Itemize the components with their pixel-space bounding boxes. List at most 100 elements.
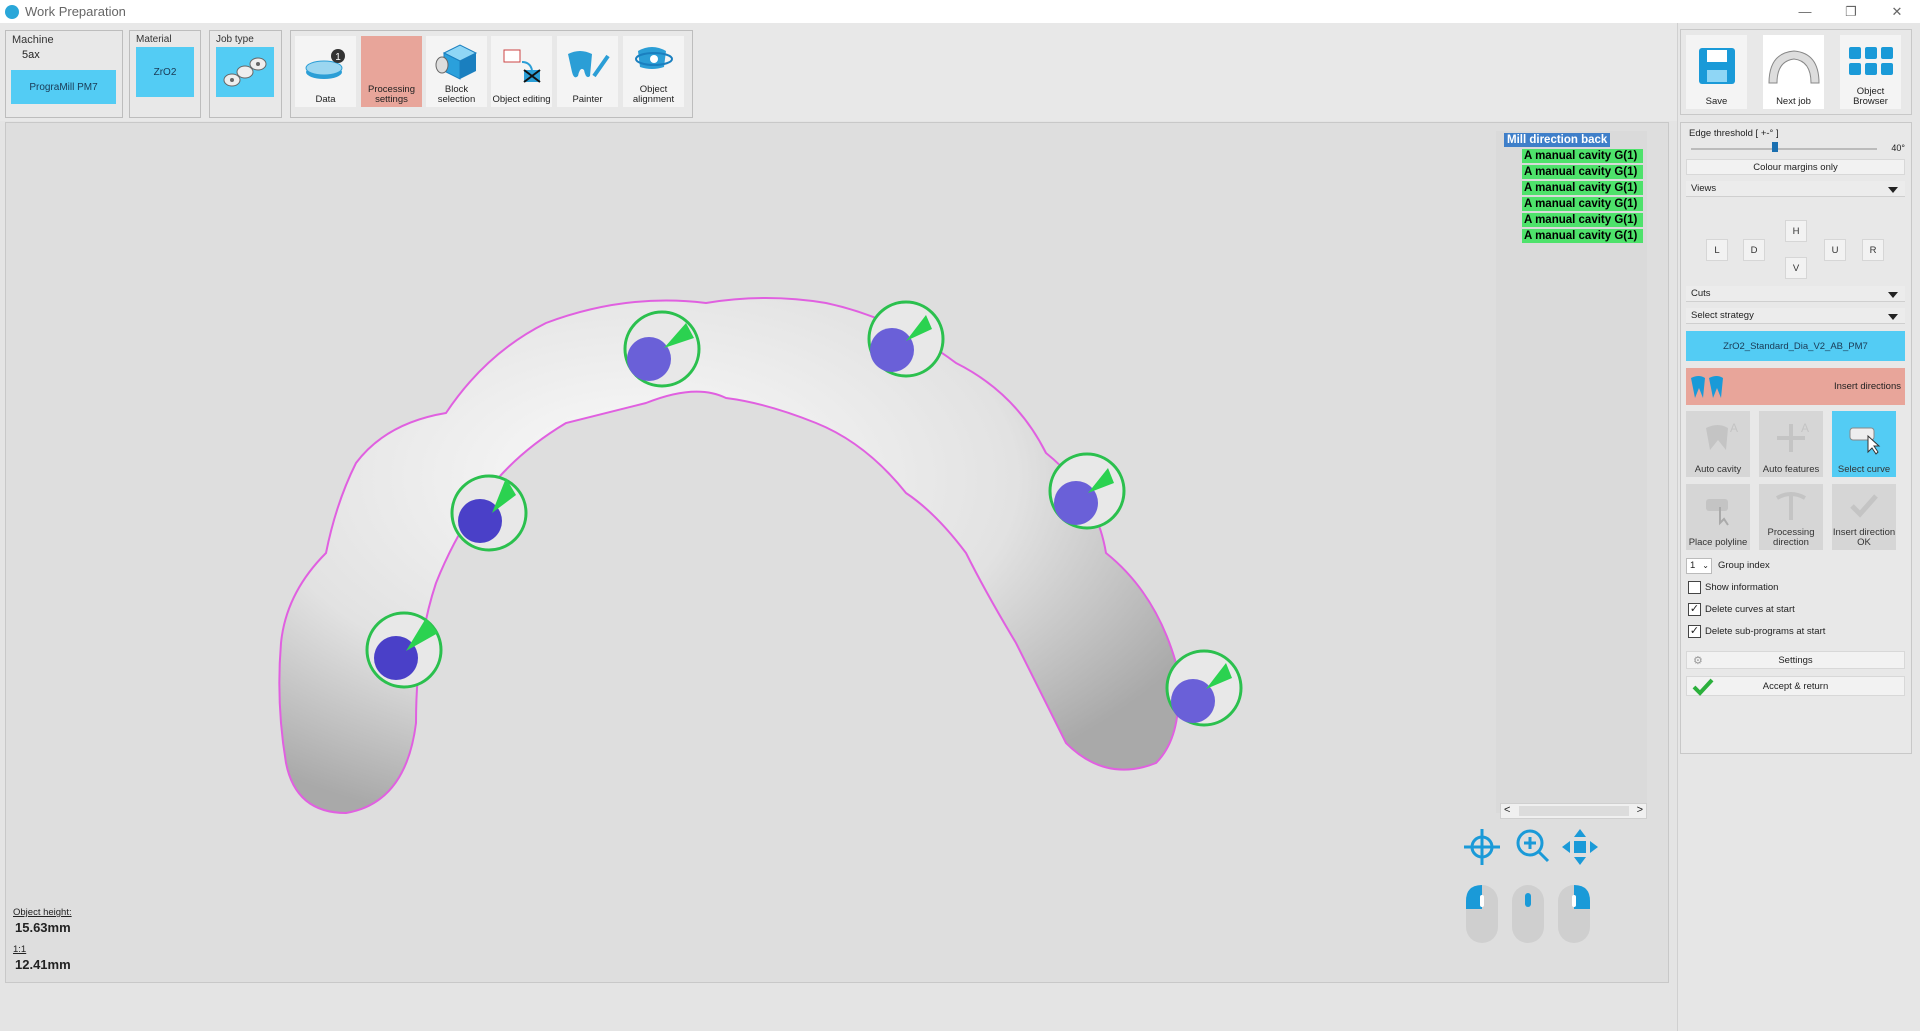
view-d-button[interactable]: D: [1743, 239, 1765, 261]
middle-mouse-icon: [1512, 885, 1544, 943]
accept-return-button[interactable]: Accept & return: [1686, 676, 1905, 696]
edge-threshold-value: 40°: [1891, 143, 1905, 153]
left-mouse-icon: [1466, 885, 1498, 943]
save-label: Save: [1705, 96, 1728, 107]
chevron-down-icon: [1888, 292, 1898, 298]
strategy-label: Select strategy: [1691, 310, 1754, 321]
app-icon: [5, 4, 19, 19]
data-button-label: Data: [315, 94, 336, 105]
painter-icon: [567, 50, 610, 77]
block-selection-button[interactable]: Block selection: [426, 36, 487, 107]
jobtype-group: Job type: [209, 30, 282, 118]
painter-button[interactable]: Painter: [557, 36, 618, 107]
strategy-value-button[interactable]: ZrO2_Standard_Dia_V2_AB_PM7: [1686, 331, 1905, 361]
painter-label: Painter: [572, 94, 603, 105]
view-h-button[interactable]: H: [1785, 220, 1807, 242]
object-browser-button[interactable]: Object Browser: [1840, 35, 1901, 109]
tree-item-cavity[interactable]: A manual cavity G(1): [1522, 197, 1643, 211]
scroll-thumb[interactable]: [1519, 806, 1629, 816]
view-r-button[interactable]: R: [1862, 239, 1884, 261]
auto-features-icon: A: [1777, 421, 1809, 452]
insert-directions-label: Insert directions: [1833, 381, 1901, 392]
tree-horizontal-scrollbar[interactable]: < >: [1500, 803, 1647, 819]
cuts-section-header[interactable]: Cuts: [1686, 286, 1905, 302]
tree-root-mill-direction[interactable]: Mill direction back: [1504, 133, 1611, 147]
group-index-select[interactable]: 1 ⌄: [1686, 558, 1712, 574]
machine-label: Machine: [12, 34, 54, 46]
place-polyline-icon: [1706, 499, 1729, 526]
cavity-1[interactable]: [365, 611, 443, 689]
view-u-button[interactable]: U: [1824, 239, 1846, 261]
svg-text:A: A: [1730, 421, 1738, 435]
object-alignment-icon: [634, 46, 673, 69]
scroll-left-arrow[interactable]: <: [1504, 804, 1510, 816]
delete-subprograms-label: Delete sub-programs at start: [1705, 626, 1826, 637]
delete-subprograms-checkbox[interactable]: ✓: [1688, 625, 1701, 638]
select-curve-button[interactable]: Select curve: [1832, 411, 1896, 477]
cavity-5[interactable]: [1048, 452, 1126, 530]
object-browser-label: Object Browser: [1853, 86, 1888, 107]
save-icon: [1698, 48, 1735, 84]
jobtype-select-button[interactable]: [216, 47, 274, 97]
strategy-dropdown[interactable]: Select strategy: [1686, 308, 1905, 324]
auto-features-label: Auto features: [1762, 464, 1820, 475]
settings-button[interactable]: ⚙ Settings: [1686, 651, 1905, 669]
delete-curves-checkbox[interactable]: ✓: [1688, 603, 1701, 616]
3d-viewport[interactable]: Mill direction back A manual cavity G(1)…: [5, 122, 1669, 983]
top-toolbar: Machine 5ax PrograMill PM7 Material ZrO2…: [0, 23, 1920, 121]
restore-button[interactable]: ❐: [1828, 0, 1874, 23]
machine-type: 5ax: [22, 49, 40, 61]
next-job-button[interactable]: Next job: [1763, 35, 1824, 109]
processing-settings-button[interactable]: Processing settings: [361, 36, 422, 107]
tree-item-cavity[interactable]: A manual cavity G(1): [1522, 213, 1643, 227]
tree-item-cavity[interactable]: A manual cavity G(1): [1522, 181, 1643, 195]
cavity-3[interactable]: [623, 310, 701, 388]
cavity-6[interactable]: [1165, 649, 1243, 727]
place-polyline-button[interactable]: Place polyline: [1686, 484, 1750, 550]
tree-item-cavity[interactable]: A manual cavity G(1): [1522, 149, 1643, 163]
tree-item-cavity[interactable]: A manual cavity G(1): [1522, 165, 1643, 179]
block-icon: [435, 43, 477, 80]
chevron-down-icon: [1888, 314, 1898, 320]
material-group: Material ZrO2: [129, 30, 201, 118]
tree-item-cavity[interactable]: A manual cavity G(1): [1522, 229, 1643, 243]
processing-direction-button[interactable]: Processing direction: [1759, 484, 1823, 550]
object-editing-button[interactable]: Object editing: [491, 36, 552, 107]
data-button[interactable]: 1 Data: [295, 36, 356, 107]
pan-icon[interactable]: [1562, 829, 1598, 865]
machine-select-button[interactable]: PrograMill PM7: [11, 70, 116, 104]
view-l-button[interactable]: L: [1706, 239, 1728, 261]
object-alignment-button[interactable]: Object alignment: [623, 36, 684, 107]
machine-group: Machine 5ax PrograMill PM7: [5, 30, 123, 118]
delete-curves-label: Delete curves at start: [1705, 604, 1795, 615]
insert-direction-ok-button[interactable]: Insert direction OK: [1832, 484, 1896, 550]
auto-cavity-icon: A: [1706, 421, 1738, 450]
block-selection-label: Block selection: [437, 84, 476, 105]
edge-threshold-slider-thumb[interactable]: [1771, 142, 1778, 152]
rotate-icon[interactable]: [1464, 829, 1500, 865]
minimize-button[interactable]: —: [1782, 0, 1828, 23]
edge-threshold-slider-track[interactable]: [1691, 148, 1877, 150]
views-label: Views: [1691, 183, 1717, 194]
dental-bridge-model[interactable]: [6, 123, 1486, 983]
scroll-right-arrow[interactable]: >: [1637, 804, 1643, 816]
view-v-button[interactable]: V: [1785, 257, 1807, 279]
save-button[interactable]: Save: [1686, 35, 1747, 109]
chevron-down-icon: [1888, 187, 1898, 193]
object-editing-icon: [503, 49, 541, 83]
cavity-4[interactable]: [867, 300, 945, 378]
auto-features-button[interactable]: A Auto features: [1759, 411, 1823, 477]
auto-cavity-button[interactable]: A Auto cavity: [1686, 411, 1750, 477]
file-actions-group: Save Next job Object Browser: [1680, 29, 1912, 115]
checkmark-icon: [1850, 494, 1878, 518]
views-section-header[interactable]: Views: [1686, 181, 1905, 197]
svg-text:1: 1: [335, 52, 341, 63]
show-information-checkbox[interactable]: [1688, 581, 1701, 594]
cavity-2[interactable]: [450, 474, 528, 552]
svg-text:A: A: [1801, 421, 1809, 435]
close-button[interactable]: ✕: [1874, 0, 1920, 23]
mouse-hint-icons: [1466, 885, 1590, 943]
colour-margins-only-button[interactable]: Colour margins only: [1686, 159, 1905, 175]
zoom-icon[interactable]: [1516, 829, 1550, 863]
material-select-button[interactable]: ZrO2: [136, 47, 194, 97]
